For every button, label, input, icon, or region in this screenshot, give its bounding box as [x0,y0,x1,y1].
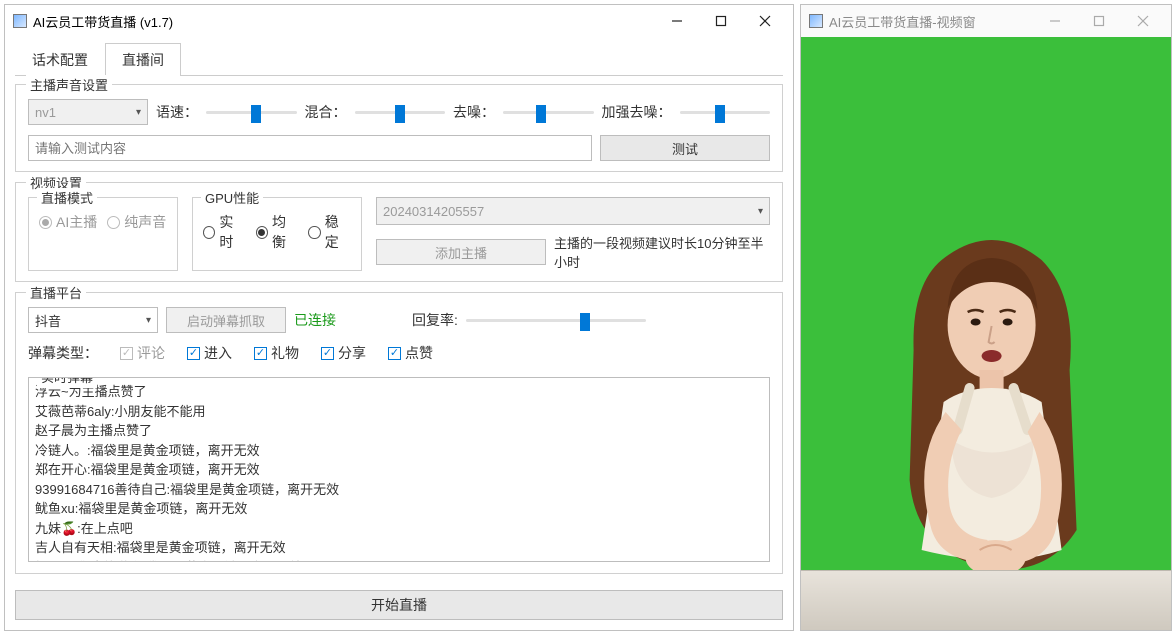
live-mode-subgroup: 直播模式 AI主播 纯声音 [28,197,178,271]
chevron-down-icon: ▾ [136,107,141,118]
start-live-button[interactable]: 开始直播 [15,590,783,620]
presenter-avatar [852,230,1132,600]
live-mode-title: 直播模式 [37,188,97,207]
gpu-realtime-radio[interactable]: 实时 [203,212,246,252]
video-window-title: AI云员工带货直播-视频窗 [829,12,1033,31]
danmu-line: 冷链人。:福袋里是黄金项链，离开无效 [35,441,763,461]
minimize-button[interactable] [655,6,699,36]
mode-ai-presenter-radio[interactable]: AI主播 [39,212,97,232]
preset-select-value: 20240314205557 [383,204,484,219]
main-window-title: AI云员工带货直播 (v1.7) [33,12,655,31]
strong-denoise-slider[interactable] [680,103,771,121]
tabs: 话术配置 直播间 [15,43,783,76]
voice-select-value: nv1 [35,105,56,120]
platform-group-title: 直播平台 [26,283,86,302]
chevron-down-icon: ▾ [146,315,151,326]
danmu-type-enter-check[interactable]: ✓进入 [187,343,232,363]
preset-select[interactable]: 20240314205557 ▾ [376,197,770,225]
close-button[interactable] [743,6,787,36]
speed-label: 语速： [156,102,198,122]
main-titlebar[interactable]: AI云员工带货直播 (v1.7) [5,5,793,37]
mix-label: 混合： [305,102,347,122]
close-button[interactable] [1121,6,1165,36]
capture-danmu-button[interactable]: 启动弹幕抓取 [166,307,286,333]
danmu-line: 杨哥:带你去旅游:福袋里是黄金项链，离开无效 [35,558,763,563]
denoise-slider[interactable] [503,103,594,121]
platform-select[interactable]: 抖音 ▾ [28,307,158,333]
presenter-hint: 主播的一段视频建议时长10分钟至半小时 [554,233,770,271]
denoise-label: 去噪： [453,102,495,122]
video-group: 视频设置 直播模式 AI主播 纯声音 [15,182,783,282]
danmu-type-like-check[interactable]: ✓点赞 [388,343,433,363]
tab-script-config[interactable]: 话术配置 [15,43,105,76]
connection-status: 已连接 [294,310,336,330]
danmu-line: 鱿鱼xu:福袋里是黄金项链，离开无效 [35,499,763,519]
platform-group: 直播平台 抖音 ▾ 启动弹幕抓取 已连接 回复率: 弹幕类型： ✓评论 ✓进入 [15,292,783,574]
maximize-button[interactable] [699,6,743,36]
danmu-type-gift-check[interactable]: ✓礼物 [254,343,299,363]
danmu-type-label: 弹幕类型： [28,343,98,363]
danmu-line: 九妹🍒:在上点吧 [35,519,763,539]
danmu-line: 浮云~为主播点赞了 [35,382,763,402]
platform-select-value: 抖音 [35,311,61,330]
gpu-balanced-radio[interactable]: 均衡 [256,212,299,252]
test-input[interactable] [28,135,592,161]
gpu-perf-subgroup: GPU性能 实时 均衡 稳定 [192,197,362,271]
danmu-line: 赵子晨为主播点赞了 [35,421,763,441]
danmu-type-comment-check[interactable]: ✓评论 [120,343,165,363]
danmu-line: 吉人自有天相:福袋里是黄金项链，离开无效 [35,538,763,558]
reply-rate-slider[interactable] [466,311,646,329]
video-area [801,37,1171,630]
green-screen [801,37,1171,630]
danmu-type-share-check[interactable]: ✓分享 [321,343,366,363]
voice-group: 主播声音设置 nv1 ▾ 语速： 混合： 去噪： 加强去噪： [15,84,783,172]
video-window: AI云员工带货直播-视频窗 [800,4,1172,631]
voice-group-title: 主播声音设置 [26,75,112,94]
strong-denoise-label: 加强去噪： [602,102,672,122]
mode-voice-only-radio[interactable]: 纯声音 [107,212,166,232]
add-presenter-button[interactable]: 添加主播 [376,239,546,265]
reply-rate-label: 回复率: [412,310,458,330]
desk-surface [801,570,1171,630]
test-button[interactable]: 测试 [600,135,770,161]
gpu-stable-radio[interactable]: 稳定 [308,212,351,252]
app-icon [13,14,27,28]
minimize-button[interactable] [1033,6,1077,36]
danmu-line: 艾薇芭蒂6aly:小朋友能不能用 [35,402,763,422]
chevron-down-icon: ▾ [758,206,763,217]
tab-live-room[interactable]: 直播间 [105,43,181,76]
danmu-legend: 实时弹幕 [37,377,97,388]
app-icon [809,14,823,28]
danmu-line: 93991684716善待自己:福袋里是黄金项链，离开无效 [35,480,763,500]
main-window: AI云员工带货直播 (v1.7) 话术配置 直播间 主播声音设置 [4,4,794,631]
danmu-log[interactable]: 实时弹幕 浮云~为主播点赞了艾薇芭蒂6aly:小朋友能不能用赵子晨为主播点赞了冷… [28,377,770,562]
gpu-perf-title: GPU性能 [201,188,263,207]
danmu-line: 郑在开心:福袋里是黄金项链，离开无效 [35,460,763,480]
maximize-button[interactable] [1077,6,1121,36]
voice-select[interactable]: nv1 ▾ [28,99,148,125]
video-titlebar[interactable]: AI云员工带货直播-视频窗 [801,5,1171,37]
speed-slider[interactable] [206,103,297,121]
mix-slider[interactable] [355,103,446,121]
